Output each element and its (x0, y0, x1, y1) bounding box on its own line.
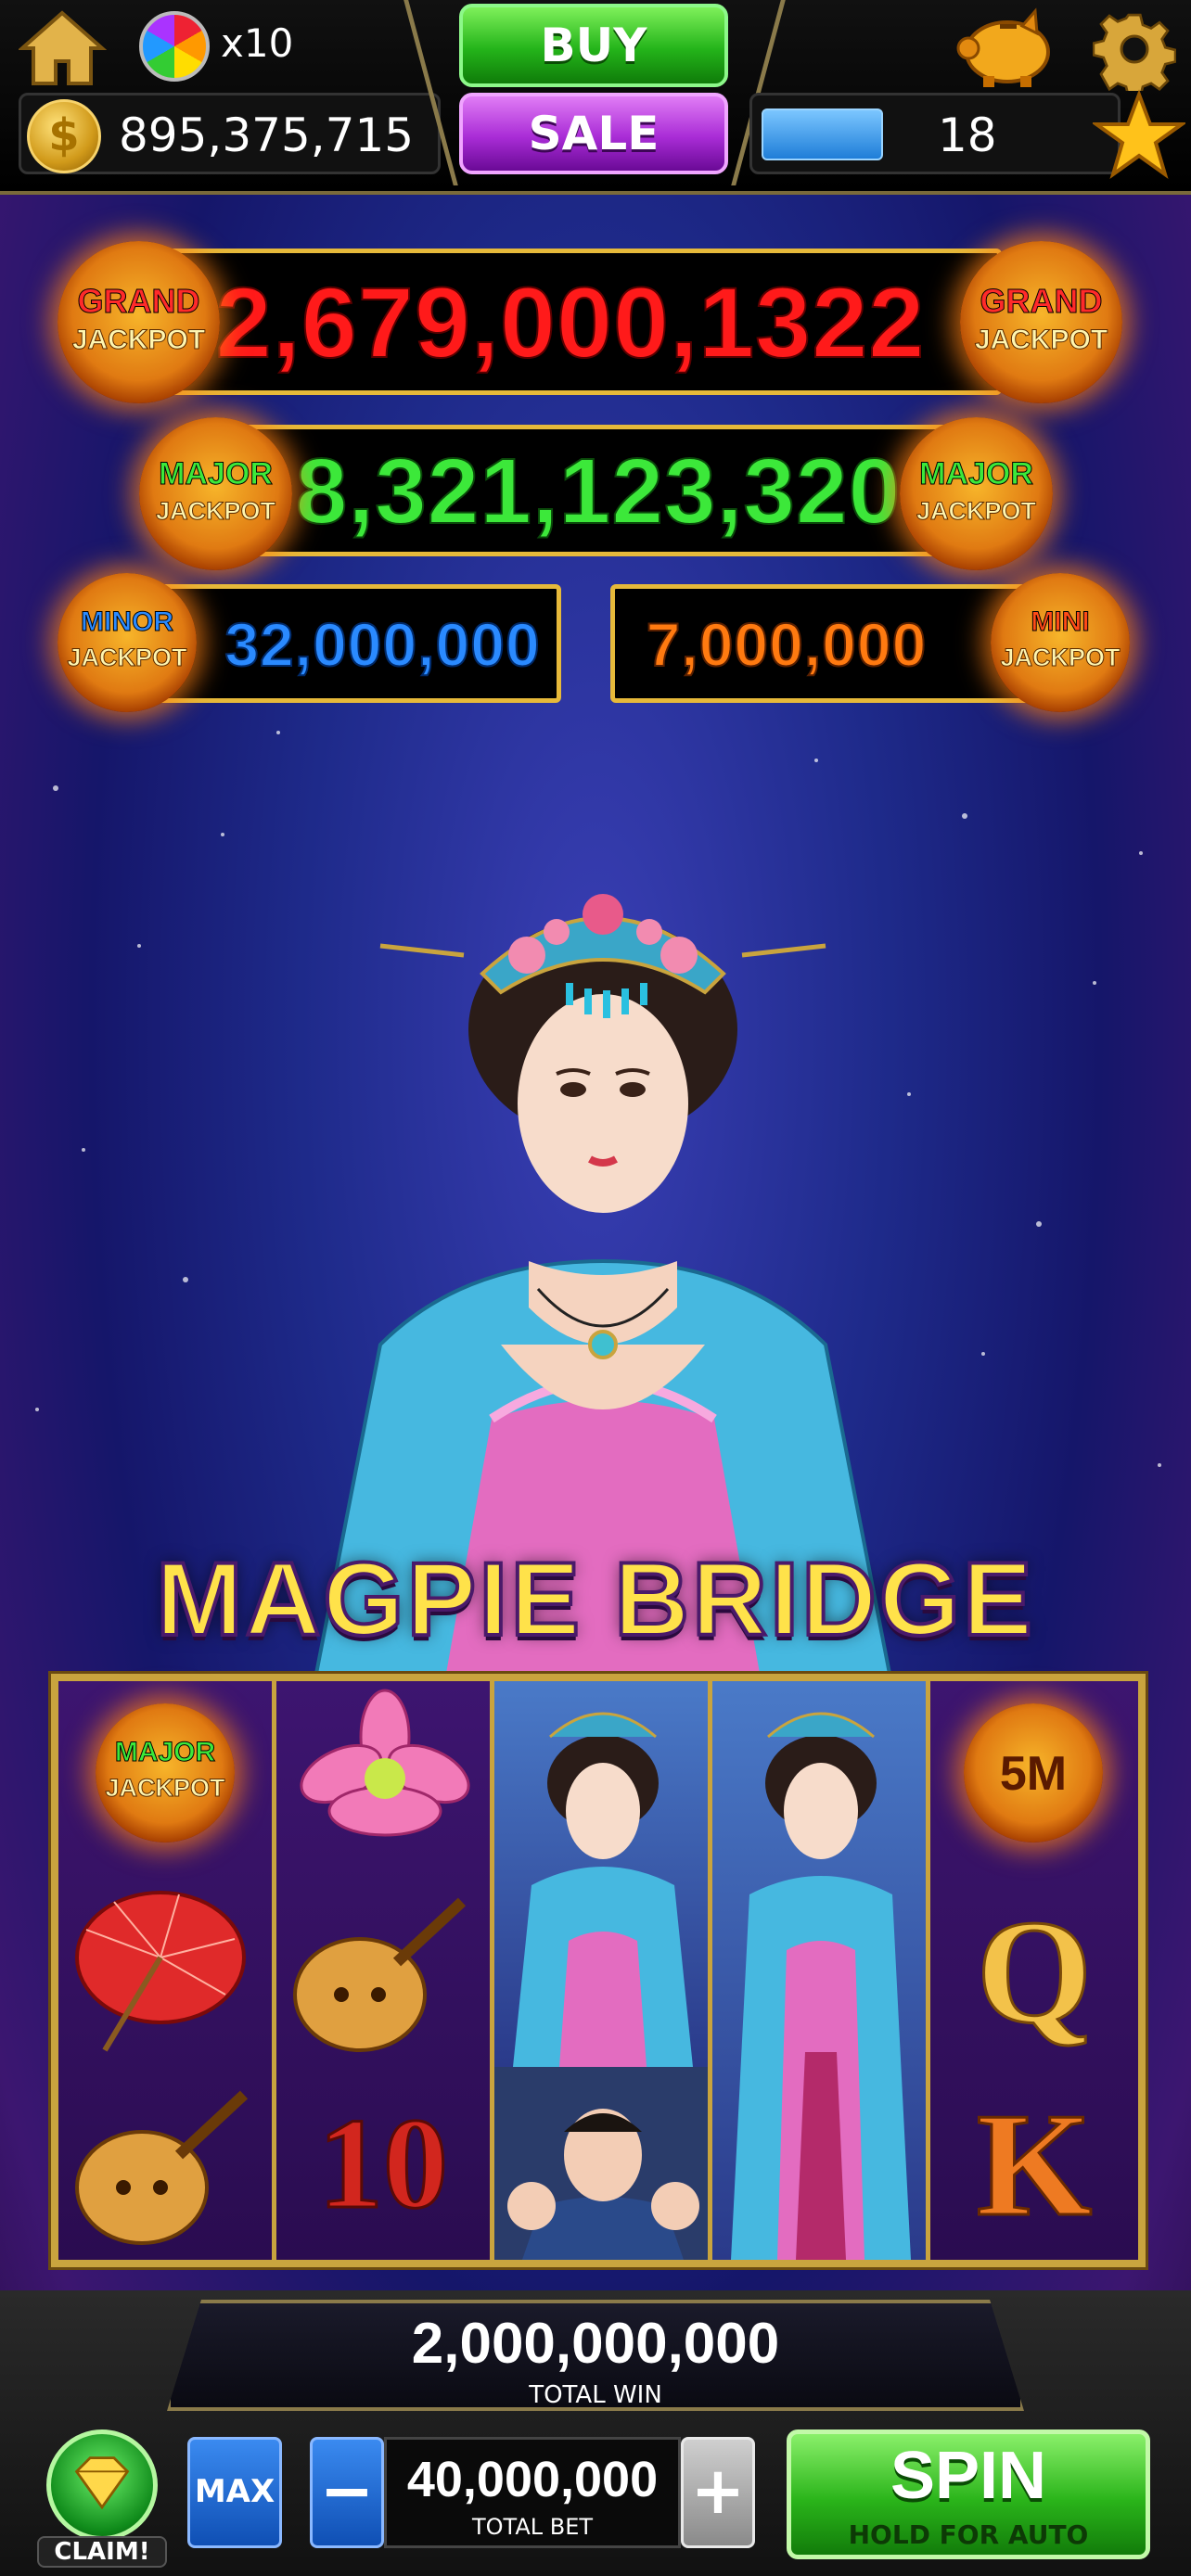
reel-symbol-pipa-lute (276, 1874, 490, 2067)
total-bet-label: TOTAL BET (471, 2514, 594, 2540)
reel-3 (494, 1681, 712, 2260)
major-jackpot-coin: MAJOR JACKPOT (900, 417, 1053, 570)
total-bet-panel: 40,000,000 TOTAL BET (384, 2437, 681, 2548)
home-icon[interactable] (19, 9, 107, 88)
grand-coin-label: GRAND (980, 282, 1103, 321)
princess-wild-symbol (731, 1712, 911, 2260)
reel-symbol-red-parasol (58, 1874, 272, 2067)
jackpot-label: JACKPOT (105, 1774, 225, 1803)
jackpot-label: JACKPOT (67, 644, 187, 672)
claim-button[interactable]: CLAIM! (37, 2429, 167, 2569)
jackpot-label: JACKPOT (71, 325, 206, 356)
xp-level-bar: 18 (749, 93, 1121, 174)
major-coin-label: MAJOR (114, 1737, 216, 1768)
player-level: 18 (938, 108, 997, 162)
lotus-icon (300, 1689, 470, 1837)
jackpot-label: JACKPOT (974, 325, 1108, 356)
total-win-panel: 2,000,000,000 TOTAL WIN (167, 2300, 1024, 2411)
total-win-label: TOTAL WIN (529, 2381, 662, 2409)
spin-button[interactable]: SPIN HOLD FOR AUTO (787, 2429, 1150, 2559)
piggy-bank-icon[interactable] (955, 6, 1057, 89)
5m-coin-label: 5M (999, 1747, 1068, 1801)
slot-game-screen: x10 895,375,715 BUY SALE 18 (0, 0, 1191, 2576)
spin-sublabel: HOLD FOR AUTO (848, 2519, 1089, 2550)
minor-jackpot-bar: 32,000,000 (139, 584, 561, 703)
major-jackpot-bar: 8,321,123,320 (213, 425, 983, 556)
major-coin-label: MAJOR (159, 456, 274, 492)
reel-symbol-major-jackpot: MAJOR JACKPOT (58, 1681, 272, 1874)
queen-symbol: Q (975, 1889, 1093, 2054)
wheel-count: x10 (221, 20, 294, 66)
gear-icon[interactable] (1093, 7, 1176, 91)
pipa-lute-icon (293, 1897, 467, 2052)
reel-symbol-princess-wild (494, 1681, 708, 2067)
reel-symbol-scholar-with-children (494, 2067, 708, 2260)
mini-jackpot-value: 7,000,000 (646, 609, 928, 680)
coin-icon (27, 99, 101, 173)
star-icon (1093, 89, 1185, 179)
minor-jackpot-coin: MINOR JACKPOT (58, 573, 197, 712)
claim-label: CLAIM! (37, 2536, 167, 2568)
mini-coin-label: MINI (1031, 606, 1090, 638)
jackpot-label: JACKPOT (155, 497, 275, 526)
jackpot-label: JACKPOT (1000, 644, 1121, 672)
major-jackpot-coin: MAJOR JACKPOT (96, 1703, 235, 1843)
grand-jackpot-value: 2,679,000,1322 (215, 265, 926, 379)
parasol-icon (75, 1891, 246, 2052)
grand-jackpot-coin: GRAND JACKPOT (58, 241, 220, 403)
spin-label: SPIN (890, 2439, 1047, 2513)
scholar-symbol (507, 2109, 699, 2260)
reel-symbol-5m-coin: 5M (930, 1681, 1138, 1874)
jackpot-label: JACKPOT (916, 497, 1036, 526)
bottom-control-bar: 2,000,000,000 TOTAL WIN CLAIM! MAX − 40,… (0, 2290, 1191, 2576)
major-jackpot-coin: MAJOR JACKPOT (139, 417, 292, 570)
coin-balance-value: 895,375,715 (119, 108, 415, 162)
grand-jackpot-coin: GRAND JACKPOT (960, 241, 1122, 403)
buy-button[interactable]: BUY (459, 4, 728, 87)
reel-symbol-pipa-lute (58, 2067, 272, 2260)
grand-jackpot-bar: 2,679,000,1322 (139, 249, 1002, 395)
total-win-value: 2,000,000,000 (411, 2312, 780, 2376)
reel-5: 5M Q K (930, 1681, 1138, 2260)
reel-symbol-queen: Q (930, 1874, 1138, 2067)
king-symbol: K (975, 2082, 1093, 2247)
total-bet-value: 40,000,000 (406, 2452, 659, 2507)
reel-grid: MAJOR JACKPOT 10 5M Q K (51, 1674, 1146, 2267)
5m-coin: 5M (964, 1703, 1103, 1843)
xp-progress-fill (762, 108, 883, 160)
major-coin-label: MAJOR (919, 456, 1034, 492)
reel-2: 10 (276, 1681, 494, 2260)
decrease-bet-button[interactable]: − (310, 2437, 384, 2548)
top-bar: x10 895,375,715 BUY SALE 18 (0, 0, 1191, 195)
coin-balance: 895,375,715 (19, 93, 441, 174)
minor-coin-label: MINOR (81, 606, 174, 638)
bonus-wheel-icon[interactable] (139, 11, 210, 82)
reel-symbol-king: K (930, 2067, 1138, 2260)
game-title: MAGPIE BRIDGE (154, 1539, 1035, 1659)
reel-4 (712, 1681, 930, 2260)
grand-coin-label: GRAND (77, 282, 200, 321)
reel-symbol-princess-wild-stacked (712, 1681, 926, 2260)
princess-wild-symbol (513, 1712, 693, 2067)
sale-button[interactable]: SALE (459, 93, 728, 174)
mini-jackpot-coin: MINI JACKPOT (991, 573, 1130, 712)
ten-symbol: 10 (317, 2091, 450, 2238)
pipa-lute-icon (75, 2090, 249, 2245)
mini-jackpot-bar: 7,000,000 (610, 584, 1037, 703)
max-bet-button[interactable]: MAX (187, 2437, 282, 2548)
diamond-icon (46, 2429, 158, 2541)
major-jackpot-value: 8,321,123,320 (295, 439, 902, 544)
minor-jackpot-value: 32,000,000 (224, 609, 541, 680)
reel-1: MAJOR JACKPOT (58, 1681, 276, 2260)
reel-symbol-ten: 10 (276, 2067, 490, 2260)
reel-symbol-pink-lotus (276, 1681, 490, 1874)
increase-bet-button[interactable]: + (681, 2437, 755, 2548)
